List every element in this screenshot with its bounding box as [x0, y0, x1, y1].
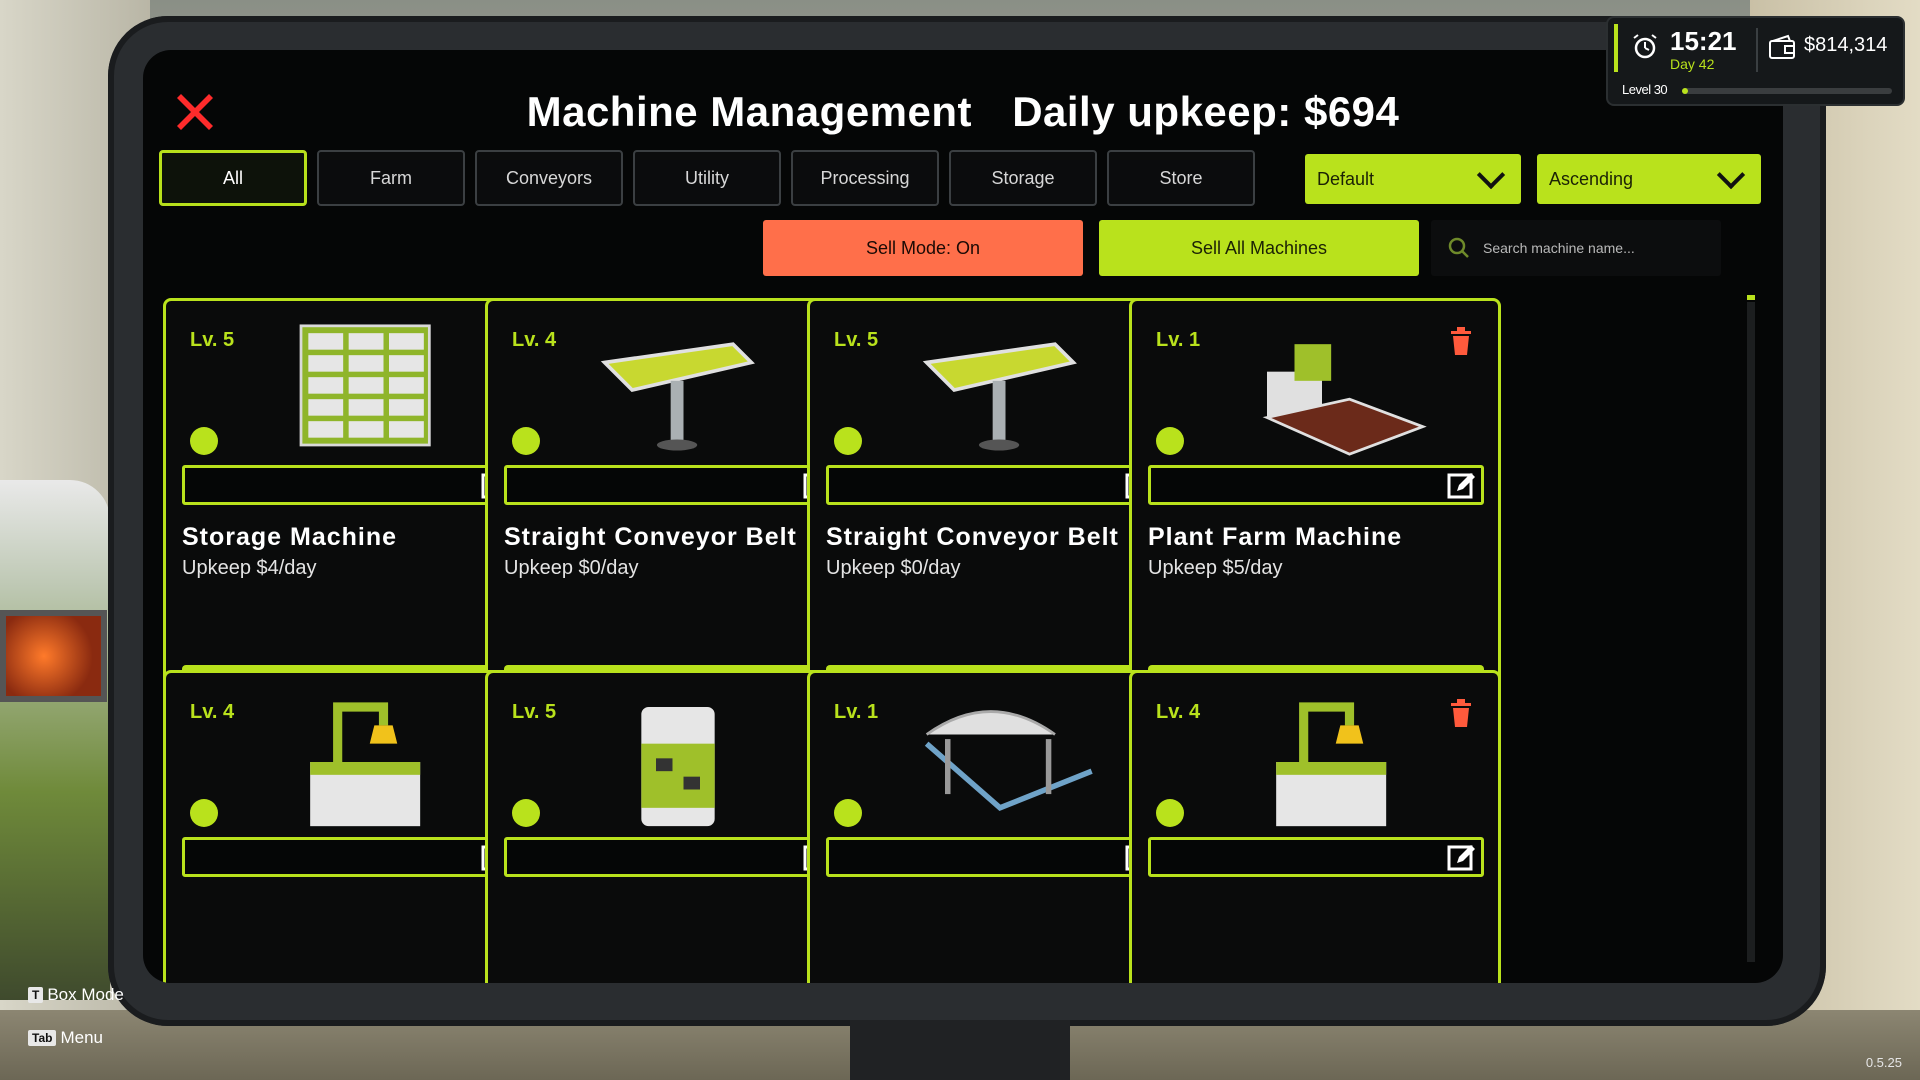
tab-storage[interactable]: Storage	[949, 150, 1097, 206]
machine-name: Straight Conveyor Belt	[826, 523, 1119, 551]
machine-card: Lv. 4	[1129, 670, 1501, 983]
machine-thumbnail	[641, 707, 715, 827]
status-dot	[834, 427, 862, 455]
machine-upkeep: Upkeep $4/day	[182, 557, 317, 579]
key-badge: T	[28, 987, 44, 1003]
machine-name-field[interactable]	[1148, 465, 1484, 505]
machine-level: Lv. 5	[190, 329, 235, 351]
chevron-down-icon	[1476, 160, 1506, 190]
background-machine	[0, 480, 110, 1000]
edit-icon[interactable]	[1447, 843, 1477, 873]
key-badge: Tab	[28, 1030, 57, 1046]
sell-all-button[interactable]: Sell All Machines	[1099, 220, 1419, 276]
sort-order-dropdown[interactable]: Ascending	[1537, 154, 1761, 204]
tab-processing[interactable]: Processing	[791, 150, 939, 206]
hud-divider	[1756, 28, 1758, 72]
machine-upkeep: Upkeep $5/day	[1148, 557, 1283, 579]
tab-farm[interactable]: Farm	[317, 150, 465, 206]
status-dot	[1156, 799, 1184, 827]
trash-icon[interactable]	[1450, 327, 1472, 355]
category-tabs: All Farm Conveyors Utility Processing St…	[159, 150, 1255, 206]
machine-name: Plant Farm Machine	[1148, 523, 1403, 551]
machine-management-panel: Machine Management Daily upkeep: $694 Al…	[143, 50, 1783, 983]
search-icon	[1448, 237, 1469, 258]
sell-mode-button[interactable]: Sell Mode: On	[763, 220, 1083, 276]
machine-card: Lv. 4 Straight Conveyor Belt Upkeep $0/day…	[485, 298, 857, 732]
status-hud: 15:21 Day 42 $814,314 Level 30	[1608, 18, 1903, 104]
tab-utility[interactable]: Utility	[633, 150, 781, 206]
hud-level: Level 30	[1622, 82, 1668, 97]
machine-name-field[interactable]	[504, 837, 840, 877]
machine-thumbnail	[1262, 344, 1427, 456]
hint-label: Menu	[60, 1028, 103, 1047]
machine-grid: Lv. 5Storage MachineUpkeep $4/dayUpgrade…	[163, 298, 1733, 983]
box-mode-hint: T Box Mode	[28, 985, 124, 1005]
machine-level: Lv. 1	[834, 701, 879, 723]
monitor-stand	[850, 1020, 1070, 1080]
menu-hint: Tab Menu	[28, 1028, 103, 1048]
machine-name-field[interactable]	[1148, 837, 1484, 877]
status-dot	[190, 799, 218, 827]
status-dot	[1156, 427, 1184, 455]
version-label: 0.5.25	[1865, 1055, 1902, 1070]
hud-money: $814,314	[1804, 34, 1888, 56]
machine-card: Lv. 1	[807, 670, 1179, 983]
tab-store[interactable]: Store	[1107, 150, 1255, 206]
sort-order-value: Ascending	[1549, 168, 1634, 189]
machine-card: Lv. 4	[163, 670, 535, 983]
machine-thumbnail	[924, 710, 1093, 812]
machine-level: Lv. 4	[512, 329, 557, 351]
status-dot	[834, 799, 862, 827]
machine-name-field[interactable]	[826, 837, 1162, 877]
machine-thumbnail	[600, 342, 755, 451]
hint-label: Box Mode	[47, 985, 124, 1004]
machine-name: Storage Machine	[182, 523, 398, 551]
machine-card: Lv. 5Storage MachineUpkeep $4/dayUpgrade…	[163, 298, 535, 732]
machine-thumbnail	[299, 324, 431, 447]
background-oven	[0, 610, 107, 702]
search-input[interactable]	[1481, 239, 1705, 257]
machine-level: Lv. 5	[512, 701, 557, 723]
machine-name-field[interactable]	[182, 465, 518, 505]
search-box	[1431, 220, 1721, 276]
hud-day: Day 42	[1670, 56, 1715, 72]
machine-thumbnail	[310, 702, 421, 827]
tab-all[interactable]: All	[159, 150, 307, 206]
tab-conveyors[interactable]: Conveyors	[475, 150, 623, 206]
trash-icon[interactable]	[1450, 699, 1472, 727]
machine-level: Lv. 4	[190, 701, 235, 723]
machine-name-field[interactable]	[826, 465, 1162, 505]
clock-icon	[1633, 34, 1657, 59]
machine-name-field[interactable]	[504, 465, 840, 505]
machine-thumbnail	[922, 342, 1077, 451]
hud-time: 15:21	[1670, 26, 1737, 56]
scrollbar-track[interactable]	[1747, 302, 1755, 962]
chevron-down-icon	[1716, 160, 1746, 190]
machine-name-field[interactable]	[182, 837, 518, 877]
xp-progress-bar	[1682, 88, 1892, 94]
sort-field-value: Default	[1317, 168, 1375, 189]
machine-thumbnail	[1276, 702, 1387, 827]
scrollbar-thumb[interactable]	[1747, 295, 1755, 300]
machine-upkeep: Upkeep $0/day	[826, 557, 961, 579]
xp-progress-fill	[1682, 88, 1689, 94]
daily-upkeep-text: Daily upkeep: $694	[1012, 88, 1400, 135]
page-title: Machine Management Daily upkeep: $694	[143, 88, 1783, 136]
wallet-icon	[1769, 34, 1795, 59]
edit-icon[interactable]	[1447, 471, 1477, 501]
machine-name: Straight Conveyor Belt	[504, 523, 797, 551]
machine-upkeep: Upkeep $0/day	[504, 557, 639, 579]
sort-field-dropdown[interactable]: Default	[1305, 154, 1521, 204]
machine-card: Lv. 1Plant Farm MachineUpkeep $5/dayUpgr…	[1129, 298, 1501, 732]
machine-card: Lv. 5 Straight Conveyor Belt Upkeep $0/day…	[807, 298, 1179, 732]
machine-card: Lv. 5	[485, 670, 857, 983]
hud-accent	[1614, 24, 1618, 72]
machine-level: Lv. 4	[1156, 701, 1201, 723]
status-dot	[190, 427, 218, 455]
machine-level: Lv. 5	[834, 329, 879, 351]
status-dot	[512, 427, 540, 455]
status-dot	[512, 799, 540, 827]
machine-level: Lv. 1	[1156, 329, 1201, 351]
title-text: Machine Management	[526, 88, 973, 135]
